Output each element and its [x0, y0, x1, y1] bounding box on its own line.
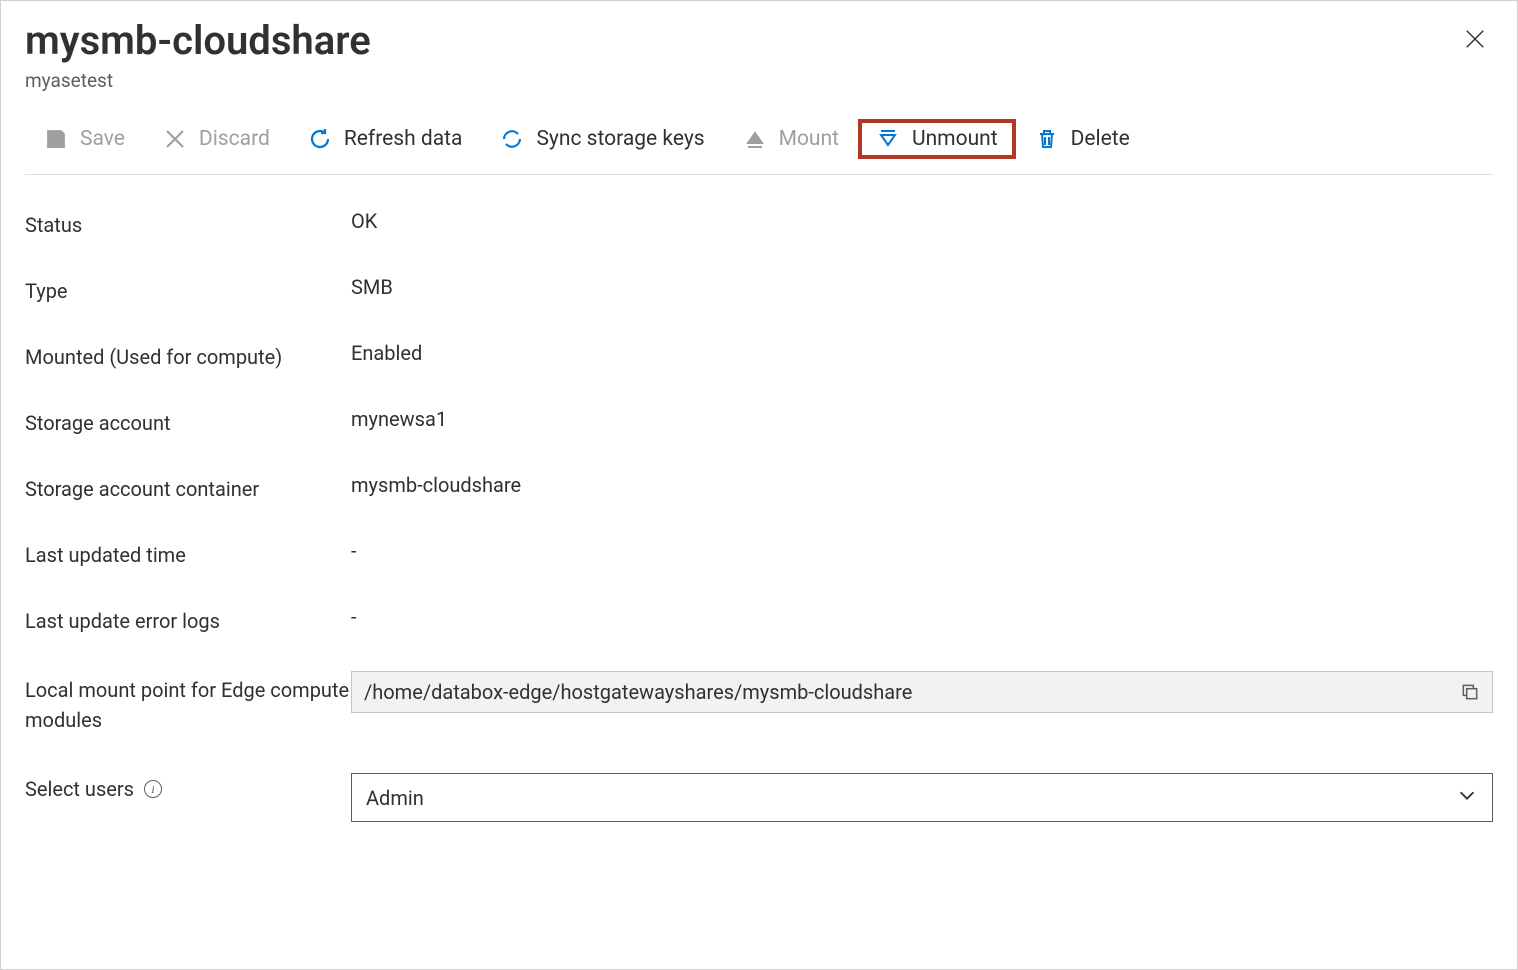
label-mount-point: Local mount point for Edge compute modul…: [25, 671, 351, 735]
save-button: Save: [25, 118, 144, 160]
save-icon: [44, 127, 68, 151]
row-container: Storage account container mysmb-cloudsha…: [25, 473, 1493, 501]
value-last-updated: -: [351, 539, 1493, 563]
delete-icon: [1035, 127, 1059, 151]
label-error-logs: Last update error logs: [25, 605, 351, 633]
row-select-users: Select users i Admin: [25, 773, 1493, 822]
value-status: OK: [351, 209, 1493, 233]
value-container: mysmb-cloudshare: [351, 473, 1493, 497]
sync-label: Sync storage keys: [536, 127, 704, 151]
row-status: Status OK: [25, 209, 1493, 237]
select-users-dropdown[interactable]: Admin: [351, 773, 1493, 822]
share-details-panel: mysmb-cloudshare myasetest Save Discard …: [0, 0, 1518, 970]
discard-button: Discard: [144, 118, 289, 160]
sync-storage-keys-button[interactable]: Sync storage keys: [481, 118, 723, 160]
mount-point-value: /home/databox-edge/hostgatewayshares/mys…: [364, 680, 912, 704]
row-mount-point: Local mount point for Edge compute modul…: [25, 671, 1493, 735]
unmount-button[interactable]: Unmount: [858, 119, 1016, 159]
info-icon[interactable]: i: [144, 780, 162, 798]
label-type: Type: [25, 275, 351, 303]
delete-button[interactable]: Delete: [1016, 118, 1149, 160]
row-type: Type SMB: [25, 275, 1493, 303]
label-select-users: Select users i: [25, 773, 351, 801]
row-error-logs: Last update error logs -: [25, 605, 1493, 633]
refresh-icon: [308, 127, 332, 151]
unmount-icon: [876, 127, 900, 151]
page-title: mysmb-cloudshare: [25, 19, 1493, 63]
label-container: Storage account container: [25, 473, 351, 501]
discard-icon: [163, 127, 187, 151]
page-subtitle: myasetest: [25, 69, 1493, 92]
label-storage-account: Storage account: [25, 407, 351, 435]
close-button[interactable]: [1455, 19, 1495, 59]
label-mounted: Mounted (Used for compute): [25, 341, 351, 369]
refresh-label: Refresh data: [344, 127, 463, 151]
unmount-label: Unmount: [912, 127, 998, 151]
copy-mount-point-button[interactable]: [1460, 682, 1480, 702]
refresh-data-button[interactable]: Refresh data: [289, 118, 482, 160]
save-label: Save: [80, 127, 125, 151]
copy-icon: [1460, 682, 1480, 702]
mount-icon: [743, 127, 767, 151]
value-mounted: Enabled: [351, 341, 1493, 365]
sync-icon: [500, 127, 524, 151]
mount-point-field: /home/databox-edge/hostgatewayshares/mys…: [351, 671, 1493, 713]
select-users-label-text: Select users: [25, 777, 134, 801]
label-last-updated: Last updated time: [25, 539, 351, 567]
toolbar: Save Discard Refresh data Sync storage k…: [25, 118, 1493, 175]
delete-label: Delete: [1071, 127, 1130, 151]
discard-label: Discard: [199, 127, 270, 151]
select-users-value: Admin: [366, 786, 424, 810]
label-status: Status: [25, 209, 351, 237]
form-area: Status OK Type SMB Mounted (Used for com…: [25, 209, 1493, 822]
row-mounted: Mounted (Used for compute) Enabled: [25, 341, 1493, 369]
close-icon: [1464, 28, 1486, 50]
mount-label: Mount: [779, 127, 839, 151]
row-last-updated: Last updated time -: [25, 539, 1493, 567]
value-storage-account: mynewsa1: [351, 407, 1493, 431]
chevron-down-icon: [1456, 784, 1478, 811]
value-error-logs: -: [351, 605, 1493, 629]
value-type: SMB: [351, 275, 1493, 299]
mount-button: Mount: [724, 118, 858, 160]
row-storage-account: Storage account mynewsa1: [25, 407, 1493, 435]
